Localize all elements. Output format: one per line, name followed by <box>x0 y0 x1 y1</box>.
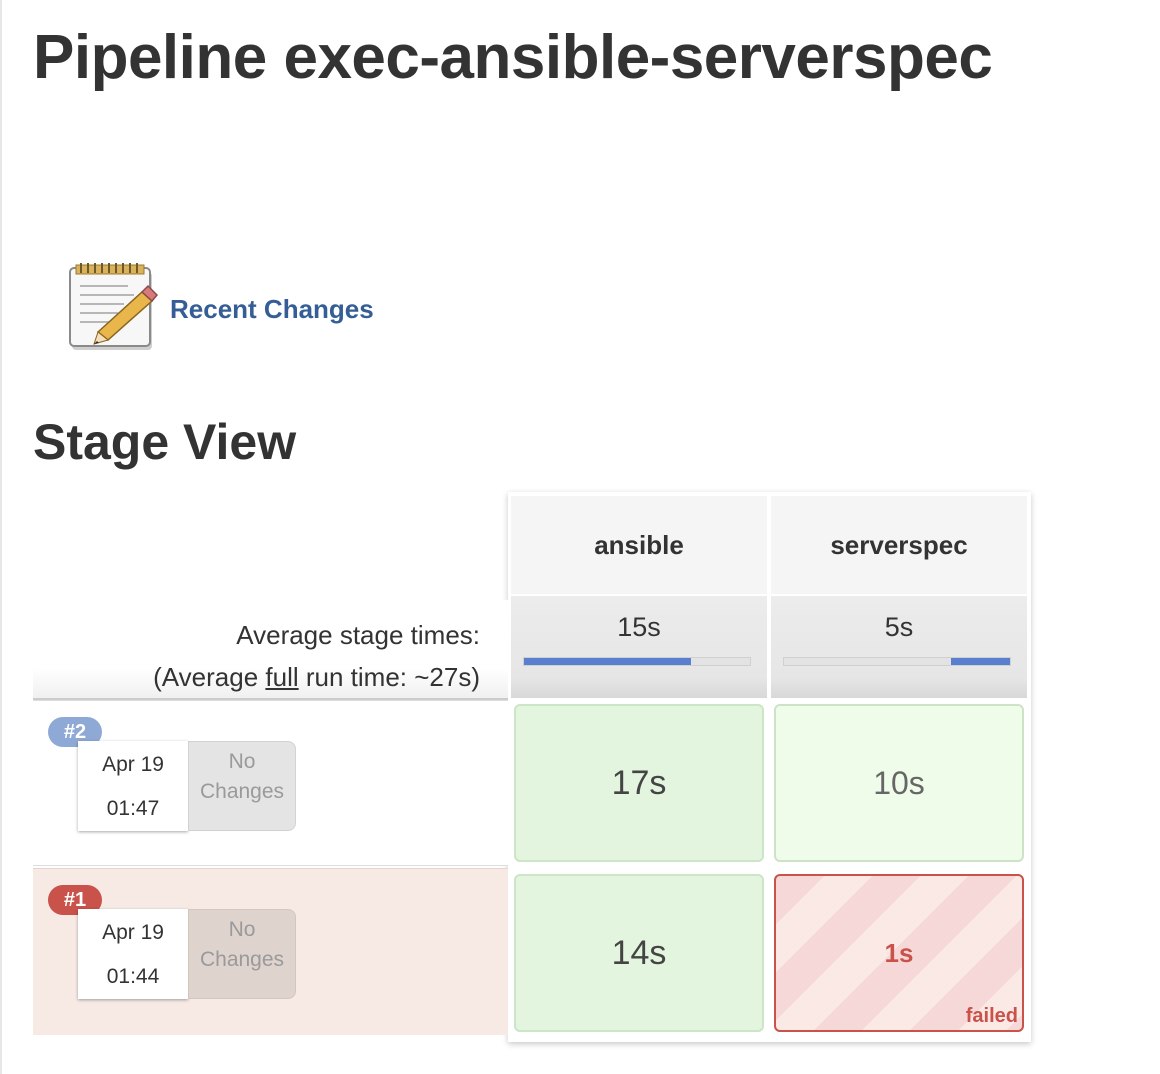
failed-status-label: failed <box>965 1005 1018 1027</box>
build-row-1: #1 Apr 19 01:44 No Changes <box>33 868 508 1035</box>
stage-header-ansible: ansible <box>511 496 767 594</box>
build-date: Apr 19 01:44 <box>78 909 188 999</box>
avg-time-ansible: 15s <box>617 612 661 642</box>
notepad-pencil-icon[interactable] <box>68 262 158 354</box>
average-run-time-prefix: (Average <box>153 662 266 692</box>
avg-bar-ansible <box>523 657 751 666</box>
stage-cell-build2-ansible[interactable]: 17s <box>514 704 764 862</box>
avg-bar-fill-ansible <box>524 658 691 665</box>
stage-cell-build1-serverspec[interactable]: 1s failed <box>774 874 1024 1032</box>
build-changes[interactable]: No Changes <box>188 741 296 831</box>
avg-bar-fill-serverspec <box>951 658 1010 665</box>
avg-cell-serverspec: 5s <box>771 596 1027 698</box>
average-run-time-full: full <box>265 662 299 692</box>
avg-time-serverspec: 5s <box>884 612 914 642</box>
build-date-time: 01:44 <box>106 965 160 988</box>
stage-cell-build1-ansible[interactable]: 14s <box>514 874 764 1032</box>
build-date-day: Apr 19 <box>102 921 164 944</box>
build-row-2: #2 Apr 19 01:47 No Changes <box>33 700 508 866</box>
average-stage-times-label: Average stage times: <box>236 620 480 650</box>
stage-duration: 1s <box>884 937 914 968</box>
stage-view-title: Stage View <box>33 414 297 470</box>
build-date-day: Apr 19 <box>102 753 164 776</box>
stage-header-serverspec: serverspec <box>771 496 1027 594</box>
stage-cell-build2-serverspec[interactable]: 10s <box>774 704 1024 862</box>
average-times-label: Average stage times: (Average full run t… <box>33 600 508 700</box>
build-changes[interactable]: No Changes <box>188 909 296 999</box>
left-border <box>0 0 2 1074</box>
avg-cell-ansible: 15s <box>511 596 767 698</box>
average-run-time-suffix: run time: ~27s) <box>298 662 480 692</box>
recent-changes[interactable]: Recent Changes <box>68 262 374 354</box>
recent-changes-link[interactable]: Recent Changes <box>170 294 374 325</box>
page-title: Pipeline exec-ansible-serverspec <box>33 23 993 92</box>
build-date: Apr 19 01:47 <box>78 741 188 831</box>
build-date-time: 01:47 <box>106 797 160 820</box>
avg-bar-serverspec <box>783 657 1011 666</box>
